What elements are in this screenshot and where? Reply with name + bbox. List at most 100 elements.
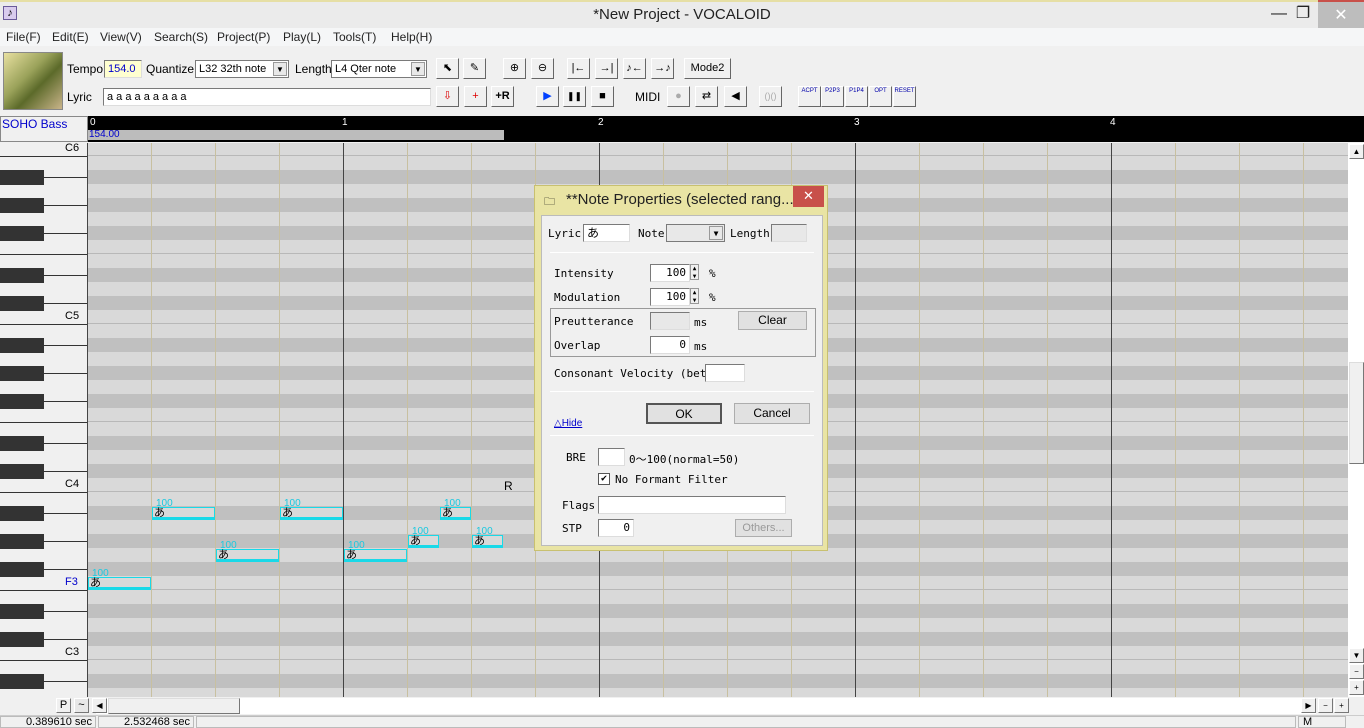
modulation-spinner[interactable]: ▲ ▼ — [690, 288, 699, 304]
preutterance-field[interactable] — [650, 312, 690, 330]
singer-avatar[interactable] — [3, 52, 63, 110]
flags-field[interactable] — [598, 496, 786, 514]
goto-start-icon[interactable]: |← — [567, 58, 590, 79]
horizontal-scroll-thumb[interactable] — [108, 698, 240, 714]
zoom-v-minus-button[interactable]: − — [1349, 664, 1364, 679]
clear-button[interactable]: Clear — [738, 311, 807, 330]
black-key[interactable] — [0, 394, 44, 409]
menu-edit[interactable]: Edit(E) — [52, 30, 89, 44]
black-key[interactable] — [0, 296, 44, 311]
black-key[interactable] — [0, 632, 44, 647]
black-key[interactable] — [0, 366, 44, 381]
black-key[interactable] — [0, 170, 44, 185]
zoom-in-icon[interactable]: ⊕ — [503, 58, 526, 79]
cancel-button[interactable]: Cancel — [734, 403, 810, 424]
midi-route-icon[interactable]: ⇄ — [695, 86, 718, 107]
prev-note-icon[interactable]: ♪← — [623, 58, 646, 79]
note[interactable]: あ — [472, 535, 503, 548]
zoom-v-plus-button[interactable]: + — [1349, 680, 1364, 695]
menu-project[interactable]: Project(P) — [217, 30, 270, 44]
bre-field[interactable] — [598, 448, 625, 466]
black-key[interactable] — [0, 464, 44, 479]
black-key[interactable] — [0, 604, 44, 619]
vertical-scroll-thumb[interactable] — [1349, 362, 1364, 464]
scroll-right-icon[interactable]: ▶ — [1301, 698, 1316, 713]
modulation-field[interactable]: 100 — [650, 288, 690, 306]
p-button[interactable]: P — [56, 698, 71, 713]
overlap-field[interactable]: 0 — [650, 336, 690, 354]
ok-button[interactable]: OK — [646, 403, 722, 424]
menu-file[interactable]: File(F) — [6, 30, 41, 44]
menu-view[interactable]: View(V) — [100, 30, 142, 44]
add-rest-icon[interactable]: +R — [491, 86, 514, 107]
note[interactable]: あ — [216, 549, 279, 562]
tempo-input[interactable]: 154.0 — [104, 60, 142, 78]
black-key[interactable] — [0, 506, 44, 521]
scroll-up-icon[interactable]: ▲ — [1349, 144, 1364, 159]
pause-icon[interactable]: ❚❚ — [563, 86, 586, 107]
black-key[interactable] — [0, 436, 44, 451]
mode2-button[interactable]: Mode2 — [684, 58, 731, 79]
black-key[interactable] — [0, 562, 44, 577]
zoom-h-plus-button[interactable]: + — [1334, 698, 1349, 713]
lyric-field[interactable]: あ — [583, 224, 630, 242]
others-button[interactable]: Others... — [735, 519, 792, 537]
zoom-h-minus-button[interactable]: − — [1318, 698, 1333, 713]
next-note-icon[interactable]: →♪ — [651, 58, 674, 79]
piano-keyboard[interactable] — [0, 143, 88, 697]
black-key[interactable] — [0, 534, 44, 549]
black-key[interactable] — [0, 198, 44, 213]
menu-tools[interactable]: Tools(T) — [333, 30, 376, 44]
note[interactable]: あ — [440, 507, 471, 520]
note[interactable]: あ — [88, 577, 151, 590]
no-formant-checkbox[interactable]: ✔ — [598, 473, 610, 485]
horizontal-scrollbar[interactable] — [96, 698, 1316, 714]
opt-icon[interactable]: OPT — [869, 86, 892, 107]
note[interactable]: あ — [280, 507, 343, 520]
tilde-button[interactable]: ~ — [74, 698, 89, 713]
play-icon[interactable]: ▶ — [536, 86, 559, 107]
close-button[interactable]: ✕ — [1318, 0, 1364, 28]
dialog-close-button[interactable]: ✕ — [793, 186, 824, 207]
stop-icon[interactable]: ■ — [591, 86, 614, 107]
length-field[interactable] — [771, 224, 807, 242]
note-select[interactable]: ▼ — [666, 224, 725, 242]
black-key[interactable] — [0, 674, 44, 689]
quantize-select[interactable]: L32 32th note ▼ — [195, 60, 289, 78]
black-key[interactable] — [0, 268, 44, 283]
pointer-tool-icon[interactable]: ⬉ — [436, 58, 459, 79]
loop-icon[interactable]: ()() — [759, 86, 782, 107]
scroll-down-icon[interactable]: ▼ — [1349, 648, 1364, 663]
black-key[interactable] — [0, 226, 44, 241]
menu-play[interactable]: Play(L) — [283, 30, 321, 44]
track-name[interactable]: SOHO Bass — [0, 116, 88, 142]
p2p3-icon[interactable]: P2P3 — [821, 86, 844, 107]
length-select[interactable]: L4 Qter note ▼ — [331, 60, 427, 78]
lyric-input[interactable]: a a a a a a a a a — [103, 88, 431, 106]
note[interactable]: あ — [344, 549, 407, 562]
scroll-left-icon[interactable]: ◀ — [92, 698, 107, 713]
consonant-velocity-field[interactable] — [705, 364, 745, 382]
p1p4-icon[interactable]: P1P4 — [845, 86, 868, 107]
insert-lyric-icon[interactable]: ⇩ — [436, 86, 459, 107]
black-key[interactable] — [0, 338, 44, 353]
tempo-marker[interactable]: 154.00 — [89, 129, 120, 140]
record-icon[interactable]: ● — [667, 86, 690, 107]
key-divider — [44, 639, 87, 640]
pencil-tool-icon[interactable]: ✎ — [463, 58, 486, 79]
note[interactable]: あ — [152, 507, 215, 520]
stp-field[interactable]: 0 — [598, 519, 634, 537]
add-note-icon[interactable]: + — [464, 86, 487, 107]
acpt-icon[interactable]: ACPT — [798, 86, 821, 107]
menu-search[interactable]: Search(S) — [154, 30, 208, 44]
speaker-icon[interactable]: ◀ — [724, 86, 747, 107]
hide-link[interactable]: △Hide — [554, 418, 582, 429]
intensity-spinner[interactable]: ▲ ▼ — [690, 264, 699, 280]
reset-icon[interactable]: RESET — [893, 86, 916, 107]
zoom-out-icon[interactable]: ⊖ — [531, 58, 554, 79]
goto-end-icon[interactable]: →| — [595, 58, 618, 79]
rest-marker[interactable]: R — [504, 479, 513, 493]
note[interactable]: あ — [408, 535, 439, 548]
menu-help[interactable]: Help(H) — [391, 30, 432, 44]
intensity-field[interactable]: 100 — [650, 264, 690, 282]
